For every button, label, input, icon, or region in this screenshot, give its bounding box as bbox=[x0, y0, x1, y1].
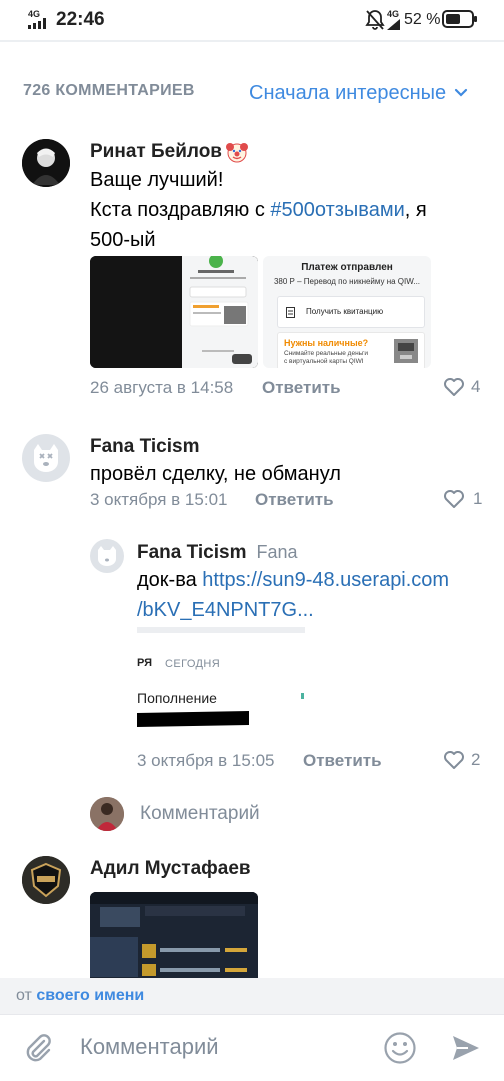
attachment-button-label: Получить квитанцию bbox=[306, 307, 384, 316]
battery-icon bbox=[442, 10, 477, 28]
post-as-bar[interactable]: от своего имени bbox=[0, 978, 504, 1014]
comment-text-part: Кста поздравляю с bbox=[90, 199, 271, 221]
chevron-down-icon bbox=[455, 88, 468, 97]
comments-count: 726 КОММЕНТАРИЕВ bbox=[23, 82, 195, 99]
divider bbox=[0, 40, 504, 42]
redaction-bar bbox=[137, 711, 249, 727]
url-link[interactable]: /bKV_E4NPNT7G... bbox=[137, 595, 449, 625]
shield-logo-icon bbox=[22, 856, 70, 904]
heart-icon bbox=[444, 751, 464, 769]
comment-text: док-ва https://sun9-48.userapi.com /bKV_… bbox=[137, 565, 449, 625]
like-button[interactable]: 1 bbox=[443, 489, 482, 509]
photo-attachment[interactable]: Платеж отправлен 380 Р – Перевод по никн… bbox=[263, 256, 431, 368]
post-as-link[interactable]: своего имени bbox=[36, 987, 144, 1004]
reply-button[interactable]: Ответить bbox=[255, 490, 334, 510]
deactivated-dog-icon bbox=[98, 546, 116, 566]
comment-text-part: док-ва bbox=[137, 569, 203, 591]
comment-date: 26 августа в 14:58 bbox=[90, 378, 234, 397]
comment-line: док-ва https://sun9-48.userapi.com bbox=[137, 565, 449, 595]
promo-box: Нужны наличные? Снимайте реальные деньги… bbox=[277, 332, 425, 368]
preview-date: СЕГОДНЯ bbox=[165, 658, 221, 670]
document-icon bbox=[286, 307, 295, 318]
author-name[interactable]: Fana Ticism bbox=[137, 542, 246, 564]
screenshot-edge bbox=[137, 627, 305, 633]
url-link[interactable]: https://sun9-48.userapi.com bbox=[202, 569, 449, 591]
attachment-title: Платеж отправлен bbox=[301, 262, 393, 273]
sort-label: Сначала интересные bbox=[249, 81, 447, 104]
photo-attachment[interactable] bbox=[90, 256, 258, 368]
post-as-prefix: от bbox=[16, 987, 37, 1004]
like-count: 1 bbox=[473, 489, 483, 508]
photo-attachment[interactable] bbox=[90, 892, 258, 978]
avatar[interactable] bbox=[22, 856, 70, 904]
like-button[interactable]: 4 bbox=[443, 377, 480, 397]
sort-dropdown[interactable]: Сначала интересные bbox=[249, 79, 468, 107]
comment-composer: Комментарий bbox=[0, 1014, 504, 1081]
like-button[interactable]: 2 bbox=[443, 750, 480, 770]
signal-icon bbox=[28, 18, 46, 29]
comment-line: Ваще лучший! bbox=[90, 169, 224, 191]
signal-icon-2 bbox=[387, 19, 400, 30]
heart-icon bbox=[444, 378, 464, 396]
hashtag-link[interactable]: #500отзывами bbox=[270, 199, 404, 221]
avatar[interactable] bbox=[22, 434, 70, 482]
clown-emoji-icon bbox=[226, 143, 248, 163]
comment-input[interactable]: Комментарий bbox=[80, 1034, 219, 1060]
reply-input[interactable]: Комментарий bbox=[140, 803, 260, 825]
reply-author-row: Fana Ticism Fana bbox=[137, 542, 298, 564]
user-photo bbox=[22, 139, 70, 187]
attachment-subtitle: 380 Р – Перевод по никнейму на QIW... bbox=[273, 277, 421, 286]
comment-line: 500-ый bbox=[90, 229, 156, 251]
attachment-button-box: Получить квитанцию bbox=[277, 296, 425, 328]
my-avatar bbox=[90, 797, 124, 831]
comment-date: 3 октября в 15:05 bbox=[137, 751, 275, 770]
promo-text: Снимайте реальные деньги bbox=[284, 350, 369, 357]
battery-percent: 52 % bbox=[404, 11, 441, 28]
reply-button[interactable]: Ответить bbox=[303, 751, 382, 771]
heart-icon bbox=[444, 490, 464, 508]
atm-image bbox=[394, 339, 418, 363]
comment-date: 3 октября в 15:01 bbox=[90, 490, 228, 509]
send-icon[interactable] bbox=[450, 1032, 482, 1064]
comment-text: провёл сделку, не обманул bbox=[90, 463, 341, 485]
like-count: 4 bbox=[471, 377, 481, 396]
network-indicator-right: 4G bbox=[387, 9, 400, 19]
post-as-text: от своего имени bbox=[16, 987, 144, 1005]
author-name[interactable]: Ринат Бейлов bbox=[90, 141, 222, 163]
comment-text-part: , я bbox=[404, 199, 427, 221]
like-count: 2 bbox=[471, 750, 481, 769]
attach-icon[interactable] bbox=[22, 1032, 54, 1064]
deactivated-dog-icon bbox=[34, 444, 58, 472]
mute-icon bbox=[365, 10, 385, 30]
reply-to-name[interactable]: Fana bbox=[256, 542, 297, 563]
author-name[interactable]: Адил Мустафаев bbox=[90, 858, 251, 880]
game-screenshot-thumbnail bbox=[90, 892, 258, 978]
status-bar: 4G 22:46 4G 52 % bbox=[0, 0, 504, 40]
comment-line: Кста поздравляю с #500отзывами, я bbox=[90, 195, 427, 225]
comment-author-row: Ринат Бейлов bbox=[90, 141, 248, 163]
promo-title: Нужны наличные? bbox=[284, 338, 369, 348]
promo-text: с виртуальной карты QIWI bbox=[284, 358, 364, 365]
screenshot-thumbnail bbox=[90, 256, 258, 368]
clock: 22:46 bbox=[56, 9, 105, 30]
author-name[interactable]: Fana Ticism bbox=[90, 436, 199, 458]
reply-button[interactable]: Ответить bbox=[262, 378, 341, 398]
avatar[interactable] bbox=[22, 139, 70, 187]
preview-marker bbox=[301, 693, 304, 699]
emoji-icon[interactable] bbox=[383, 1031, 417, 1065]
comment-text: Ваще лучший! Кста поздравляю с #500отзыв… bbox=[90, 165, 427, 255]
photo-attachment[interactable]: РЯ СЕГОДНЯ Пополнение bbox=[137, 627, 305, 739]
avatar[interactable] bbox=[90, 539, 124, 573]
preview-tag: РЯ bbox=[137, 657, 152, 669]
my-photo bbox=[90, 797, 124, 831]
preview-item: Пополнение bbox=[137, 690, 217, 706]
